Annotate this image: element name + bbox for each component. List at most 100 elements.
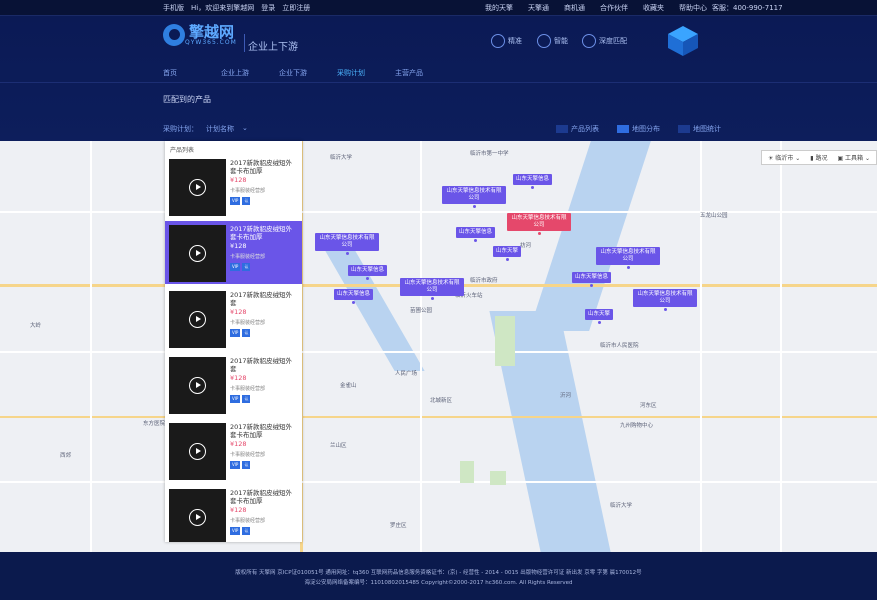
product-thumbnail[interactable] <box>169 423 226 480</box>
footer-line-2: 海淀公安局网络备案编号：11010802015485 Copyright©200… <box>304 580 573 586</box>
top-link-help[interactable]: 帮助中心 <box>679 3 707 13</box>
road <box>90 141 92 552</box>
product-list-item[interactable]: 2017新款貂皮绒短外套卡布加厚 ¥128 卡事服装经营部 VIP 认 <box>165 155 302 218</box>
product-thumbnail[interactable] <box>169 225 226 282</box>
city-selector[interactable]: ☀ 临沂市 ⌄ <box>768 153 800 162</box>
company-pin[interactable]: 山东天擎信息 <box>334 289 374 304</box>
site-logo[interactable]: 擎越网 QYW365.COM <box>163 24 237 46</box>
view-switcher: 产品列表 地图分布 地图统计 <box>556 124 721 134</box>
feature-precise: 精准 <box>491 34 522 48</box>
shop-name: 卡事服装经营部 <box>230 518 266 524</box>
toolbox-button[interactable]: ▣ 工具箱 ⌄ <box>837 153 870 162</box>
map-place: 临沂市政府 <box>470 278 498 284</box>
product-list-item[interactable]: 2017新款貂皮绒短外套 ¥128 卡事服装经营部 VIP 认 <box>165 353 302 416</box>
feature-match: 深度匹配 <box>582 34 627 48</box>
map-toolbar: ☀ 临沂市 ⌄ ▮ 路况 ▣ 工具箱 ⌄ <box>760 150 877 165</box>
nav-home[interactable]: 首页 <box>163 68 221 78</box>
map-place: 金雀山 <box>340 383 357 389</box>
product-list-item[interactable]: 2017新款貂皮绒短外套卡布加厚 ¥128 卡事服装经营部 VIP 认 <box>165 485 302 542</box>
map-place: 九州购物中心 <box>620 423 654 429</box>
company-pin[interactable]: 山东天擎 <box>585 309 614 324</box>
map-area[interactable]: 临沂市第一中学 临沂火车站 临沂市人民医院 临沂大学 苗圃公园 西郊 大岭 东方… <box>0 141 877 552</box>
road <box>0 211 877 213</box>
vip-badge: VIP <box>230 527 241 535</box>
top-link-tqt[interactable]: 天擎通 <box>528 3 549 13</box>
product-price: ¥128 <box>230 176 247 184</box>
product-title[interactable]: 2017新款貂皮绒短外套卡布加厚 <box>230 159 298 175</box>
nav-main-products[interactable]: 主营产品 <box>395 68 453 78</box>
road <box>0 416 877 418</box>
verified-badge: 认 <box>242 197 251 205</box>
play-icon[interactable] <box>189 179 206 196</box>
product-list-item[interactable]: 2017新款貂皮绒短外套卡布加厚 ¥128 卡事服装经营部 VIP 认 <box>165 221 302 284</box>
product-title[interactable]: 2017新款貂皮绒短外套卡布加厚 <box>230 489 298 505</box>
top-link-my[interactable]: 我的天擎 <box>485 3 513 13</box>
product-thumbnail[interactable] <box>169 291 226 348</box>
map-place: 临沂市人民医院 <box>600 343 639 349</box>
logo-icon <box>163 24 185 46</box>
product-thumbnail[interactable] <box>169 489 226 542</box>
product-title[interactable]: 2017新款貂皮绒短外套 <box>230 357 298 373</box>
company-pin[interactable]: 山东天擎信息 <box>348 265 388 280</box>
play-icon[interactable] <box>189 377 206 394</box>
product-price: ¥128 <box>230 308 247 316</box>
map-place: 人民广场 <box>395 371 418 377</box>
logo-domain: QYW365.COM <box>185 38 237 46</box>
logo-name: 擎越网 <box>189 22 235 41</box>
product-list-item[interactable]: 2017新款貂皮绒短外套卡布加厚 ¥128 卡事服装经营部 VIP 认 <box>165 419 302 482</box>
login-link[interactable]: 登录 <box>261 3 275 13</box>
company-pin[interactable]: 山东天擎信息技术有限公司 <box>507 213 571 235</box>
company-pin[interactable]: 山东天擎信息技术有限公司 <box>442 186 506 208</box>
company-pin[interactable]: 山东天擎信息 <box>572 272 612 287</box>
product-title[interactable]: 2017新款貂皮绒短外套 <box>230 291 298 307</box>
play-icon[interactable] <box>189 443 206 460</box>
company-pin[interactable]: 山东天擎信息技术有限公司 <box>596 247 660 269</box>
map-place: 临沂大学 <box>610 503 633 509</box>
vip-badge: VIP <box>230 395 241 403</box>
play-icon[interactable] <box>189 245 206 262</box>
nav-purchase-plan[interactable]: 采购计划 <box>337 68 395 78</box>
map-place: 沂河 <box>560 393 572 399</box>
company-pin[interactable]: 山东天擎信息技术有限公司 <box>400 278 464 300</box>
company-pin[interactable]: 山东天擎信息技术有限公司 <box>633 289 697 311</box>
plan-select[interactable]: 计划名称 <box>206 124 234 134</box>
park <box>495 316 515 366</box>
view-map-distribution[interactable]: 地图分布 <box>617 124 660 134</box>
view-product-list[interactable]: 产品列表 <box>556 124 599 134</box>
map-icon <box>617 125 629 133</box>
nav-upstream[interactable]: 企业上游 <box>221 68 279 78</box>
map-place: 五龙山公园 <box>700 213 728 219</box>
mobile-link[interactable]: 手机版 <box>163 3 184 13</box>
play-icon[interactable] <box>189 509 206 526</box>
register-link[interactable]: 立即注册 <box>282 3 310 13</box>
company-pin[interactable]: 山东天擎信息技术有限公司 <box>315 233 379 255</box>
nav-divider <box>0 82 877 83</box>
company-pin[interactable]: 山东天擎 <box>493 246 522 261</box>
top-link-biz[interactable]: 商机通 <box>564 3 585 13</box>
company-pin[interactable]: 山东天擎信息 <box>456 227 496 242</box>
slogan: 企业上下游 <box>248 42 298 53</box>
product-title[interactable]: 2017新款貂皮绒短外套卡布加厚 <box>230 423 298 439</box>
shop-name: 卡事服装经营部 <box>230 254 266 260</box>
road <box>700 141 702 552</box>
top-link-partner[interactable]: 合作伙伴 <box>600 3 628 13</box>
chevron-down-icon[interactable]: ⌄ <box>242 124 248 134</box>
filter-label: 采购计划： <box>163 125 198 133</box>
product-list-item[interactable]: 2017新款貂皮绒短外套 ¥128 卡事服装经营部 VIP 认 <box>165 287 302 350</box>
traffic-button[interactable]: ▮ 路况 <box>810 153 827 162</box>
play-icon[interactable] <box>189 311 206 328</box>
product-title[interactable]: 2017新款貂皮绒短外套卡布加厚 <box>230 225 298 241</box>
park <box>460 461 474 483</box>
top-link-fav[interactable]: 收藏夹 <box>643 3 664 13</box>
service-phone: 客服：400-990-7117 <box>712 4 783 12</box>
product-thumbnail[interactable] <box>169 159 226 216</box>
product-thumbnail[interactable] <box>169 357 226 414</box>
road <box>0 481 877 483</box>
product-price: ¥128 <box>230 374 247 382</box>
map-place: 西郊 <box>60 453 72 459</box>
product-list-panel: 产品列表 2017新款貂皮绒短外套卡布加厚 ¥128 卡事服装经营部 VIP 认 2017… <box>165 141 302 542</box>
header <box>0 16 877 146</box>
view-map-statistics[interactable]: 地图统计 <box>678 124 721 134</box>
company-pin[interactable]: 山东天擎信息 <box>513 174 553 189</box>
nav-downstream[interactable]: 企业下游 <box>279 68 337 78</box>
